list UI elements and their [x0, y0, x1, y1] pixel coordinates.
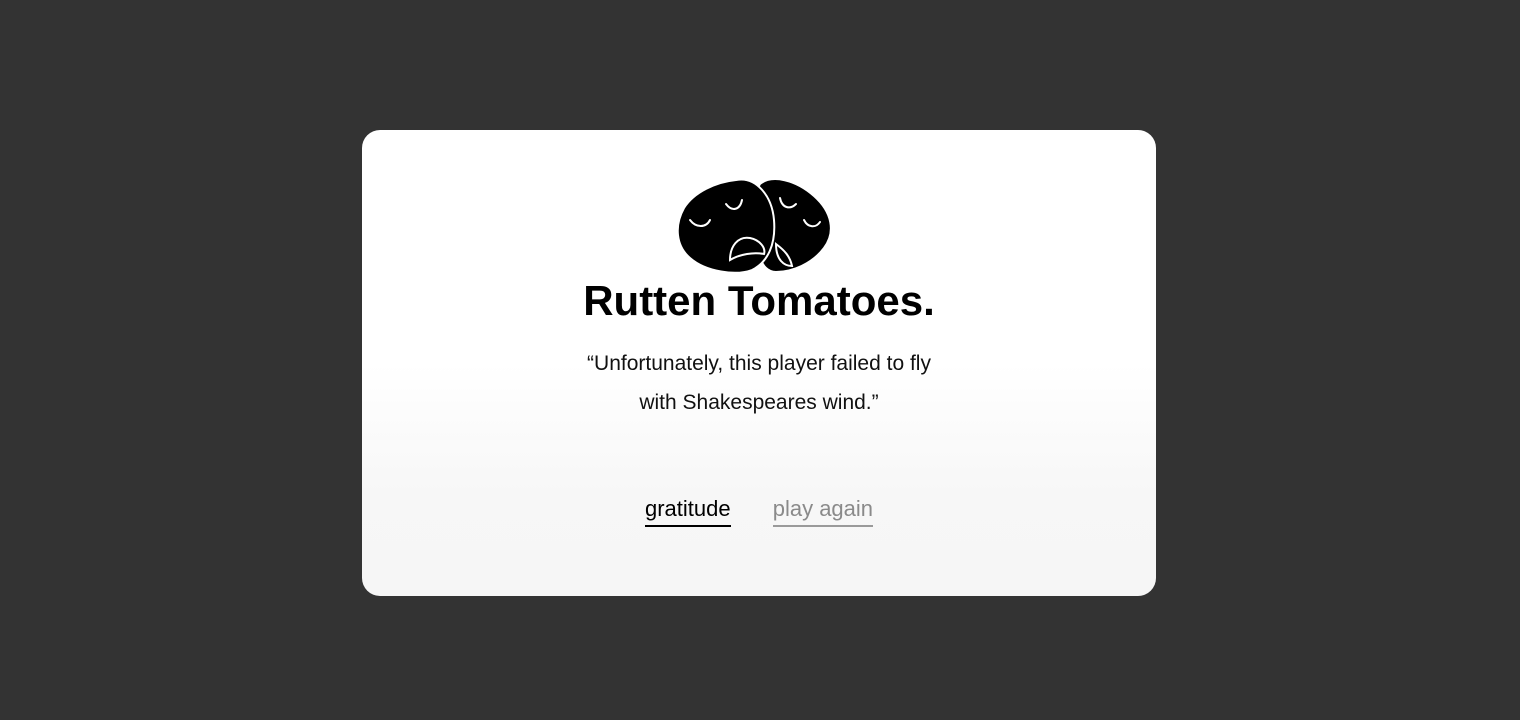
game-over-dialog: Rutten Tomatoes. “Unfortunately, this pl…: [362, 130, 1156, 596]
play-again-link[interactable]: play again: [772, 496, 874, 527]
modal-backdrop: Rutten Tomatoes. “Unfortunately, this pl…: [0, 0, 1520, 720]
dialog-title: Rutten Tomatoes.: [583, 277, 935, 324]
quote-line-1: “Unfortunately, this player failed to fl…: [587, 352, 931, 375]
quote-line-2: with Shakespeares wind.”: [639, 391, 879, 414]
critic-quote: “Unfortunately, this player failed to fl…: [559, 344, 959, 422]
theater-masks-icon: [676, 178, 832, 274]
gratitude-link[interactable]: gratitude: [644, 496, 731, 527]
dialog-actions: gratitude play again: [362, 496, 1156, 527]
